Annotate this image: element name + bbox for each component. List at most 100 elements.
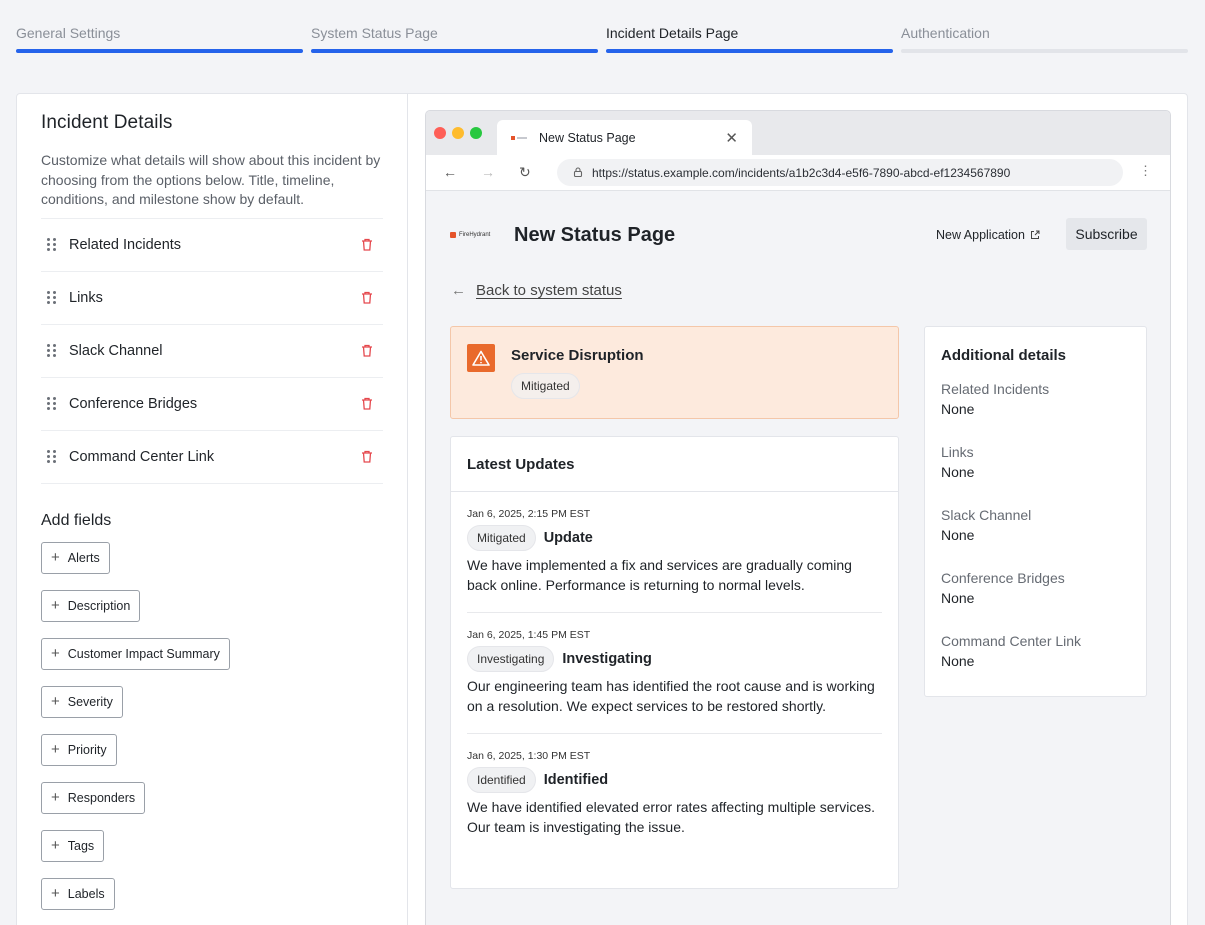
add-field-button[interactable]: + Labels — [41, 877, 115, 910]
update-time: Jan 6, 2025, 2:15 PM EST — [467, 508, 591, 520]
drag-handle-icon[interactable] — [47, 238, 57, 252]
add-field-label: Labels — [67, 886, 105, 901]
settings-stepper: General Settings System Status Page Inci… — [16, 0, 1188, 60]
drag-handle-icon[interactable] — [47, 291, 57, 305]
add-field-label: Alerts — [67, 550, 100, 565]
status-badge: Identified — [467, 767, 536, 793]
add-field-button[interactable]: + Customer Impact Summary — [41, 637, 230, 670]
add-field-button[interactable]: + Responders — [41, 781, 146, 814]
incident-alert-banner: Service Disruption Mitigated — [450, 326, 899, 419]
reload-icon: ↻ — [519, 164, 531, 180]
browser-tab: New Status Page ✕ — [497, 120, 752, 155]
plus-icon: + — [51, 645, 60, 662]
status-badge: Mitigated — [467, 525, 536, 551]
additional-details-card: Additional details Related Incidents None… — [924, 326, 1147, 697]
minimize-window-icon — [452, 127, 464, 139]
field-item-label: Links — [69, 289, 103, 306]
update-body: Our engineering team has identified the … — [467, 678, 875, 714]
add-field-button[interactable]: + Alerts — [41, 541, 110, 574]
update-entry: Jan 6, 2025, 1:45 PM EST Investigating In… — [467, 613, 882, 734]
trash-icon[interactable] — [361, 397, 373, 410]
update-time: Jan 6, 2025, 1:30 PM EST — [467, 750, 591, 762]
plus-icon: + — [51, 789, 60, 806]
brand-logo: FireHydrant — [450, 232, 490, 238]
close-window-icon — [434, 127, 446, 139]
field-item-links[interactable]: Links — [41, 272, 383, 325]
close-icon: ✕ — [725, 130, 738, 147]
plus-icon: + — [51, 741, 60, 758]
step-general-settings[interactable]: General Settings — [16, 0, 303, 60]
drag-handle-icon[interactable] — [47, 397, 57, 411]
status-page-preview: New Status Page ✕ ← → ↻ https://status.e… — [425, 110, 1171, 925]
update-title: Investigating — [562, 651, 652, 667]
update-title: Update — [543, 530, 593, 546]
plus-icon: + — [51, 837, 60, 854]
step-label: Incident Details Page — [606, 25, 739, 41]
back-link[interactable]: ← Back to system status — [451, 282, 622, 299]
logo-mark-icon — [450, 232, 456, 238]
page-title: New Status Page — [514, 224, 676, 246]
status-page-content: FireHydrant New Status Page New Applicat… — [426, 191, 1170, 925]
plus-icon: + — [51, 885, 60, 902]
window-controls — [434, 127, 482, 139]
plus-icon: + — [51, 549, 60, 566]
add-field-label: Severity — [67, 694, 113, 709]
add-field-label: Tags — [67, 838, 95, 853]
drag-handle-icon[interactable] — [47, 450, 57, 464]
maximize-window-icon — [470, 127, 482, 139]
detail-command-center-link: Command Center Link None — [941, 633, 1082, 669]
update-body: We have implemented a fix and services a… — [467, 557, 852, 593]
back-arrow-icon: ← — [451, 282, 466, 299]
update-entry: Jan 6, 2025, 2:15 PM EST Mitigated Update… — [467, 492, 882, 613]
trash-icon[interactable] — [361, 450, 373, 463]
trash-icon[interactable] — [361, 238, 373, 251]
field-item-slack-channel[interactable]: Slack Channel — [41, 325, 383, 378]
add-fields-list: + Alerts + Description + Customer Impact Su… — [41, 541, 383, 910]
add-field-button[interactable]: + Description — [41, 589, 141, 622]
lock-icon — [573, 167, 583, 177]
update-entry: Jan 6, 2025, 1:30 PM EST Identified Ident… — [467, 734, 882, 854]
add-field-button[interactable]: + Tags — [41, 829, 105, 862]
add-field-label: Priority — [67, 742, 107, 757]
panel-title: Incident Details — [41, 112, 173, 133]
status-badge: Investigating — [467, 646, 555, 672]
favicon-icon — [511, 135, 529, 141]
add-field-label: Responders — [67, 790, 136, 805]
subscribe-button[interactable]: Subscribe — [1066, 218, 1147, 250]
update-time: Jan 6, 2025, 1:45 PM EST — [467, 629, 591, 641]
more-menu-icon: ⋮ — [1139, 163, 1152, 178]
url-field: https://status.example.com/incidents/a1b… — [557, 159, 1123, 186]
add-field-button[interactable]: + Severity — [41, 685, 123, 718]
add-field-label: Description — [67, 598, 131, 613]
update-body: We have identified elevated error rates … — [467, 799, 876, 835]
trash-icon[interactable] — [361, 344, 373, 357]
field-item-conference-bridges[interactable]: Conference Bridges — [41, 378, 383, 431]
step-authentication[interactable]: Authentication — [901, 0, 1188, 60]
field-item-label: Command Center Link — [69, 448, 215, 465]
warning-icon — [467, 344, 495, 372]
browser-chrome: New Status Page ✕ ← → ↻ https://status.e… — [426, 111, 1170, 191]
trash-icon[interactable] — [361, 291, 373, 304]
status-badge: Mitigated — [511, 373, 580, 399]
field-item-label: Conference Bridges — [69, 395, 198, 412]
detail-links: Links None — [941, 444, 975, 480]
field-item-command-center-link[interactable]: Command Center Link — [41, 431, 383, 484]
plus-icon: + — [51, 597, 60, 614]
step-incident-details-page[interactable]: Incident Details Page — [606, 0, 893, 60]
add-field-button[interactable]: + Priority — [41, 733, 117, 766]
drag-handle-icon[interactable] — [47, 344, 57, 358]
step-label: General Settings — [16, 25, 121, 41]
updates-title: Latest Updates — [451, 437, 898, 492]
new-application-link[interactable]: New Application — [936, 228, 1040, 242]
external-link-icon — [1030, 230, 1040, 239]
step-progress-bar — [901, 49, 1188, 53]
back-arrow-icon: ← — [443, 164, 457, 180]
step-progress-bar — [606, 49, 893, 53]
details-title: Additional details — [941, 347, 1067, 364]
field-item-related-incidents[interactable]: Related Incidents — [41, 219, 383, 272]
step-progress-bar — [16, 49, 303, 53]
step-label: System Status Page — [311, 25, 438, 41]
tab-title: New Status Page — [539, 130, 636, 145]
address-bar: ← → ↻ https://status.example.com/inciden… — [426, 155, 1170, 191]
step-system-status-page[interactable]: System Status Page — [311, 0, 598, 60]
